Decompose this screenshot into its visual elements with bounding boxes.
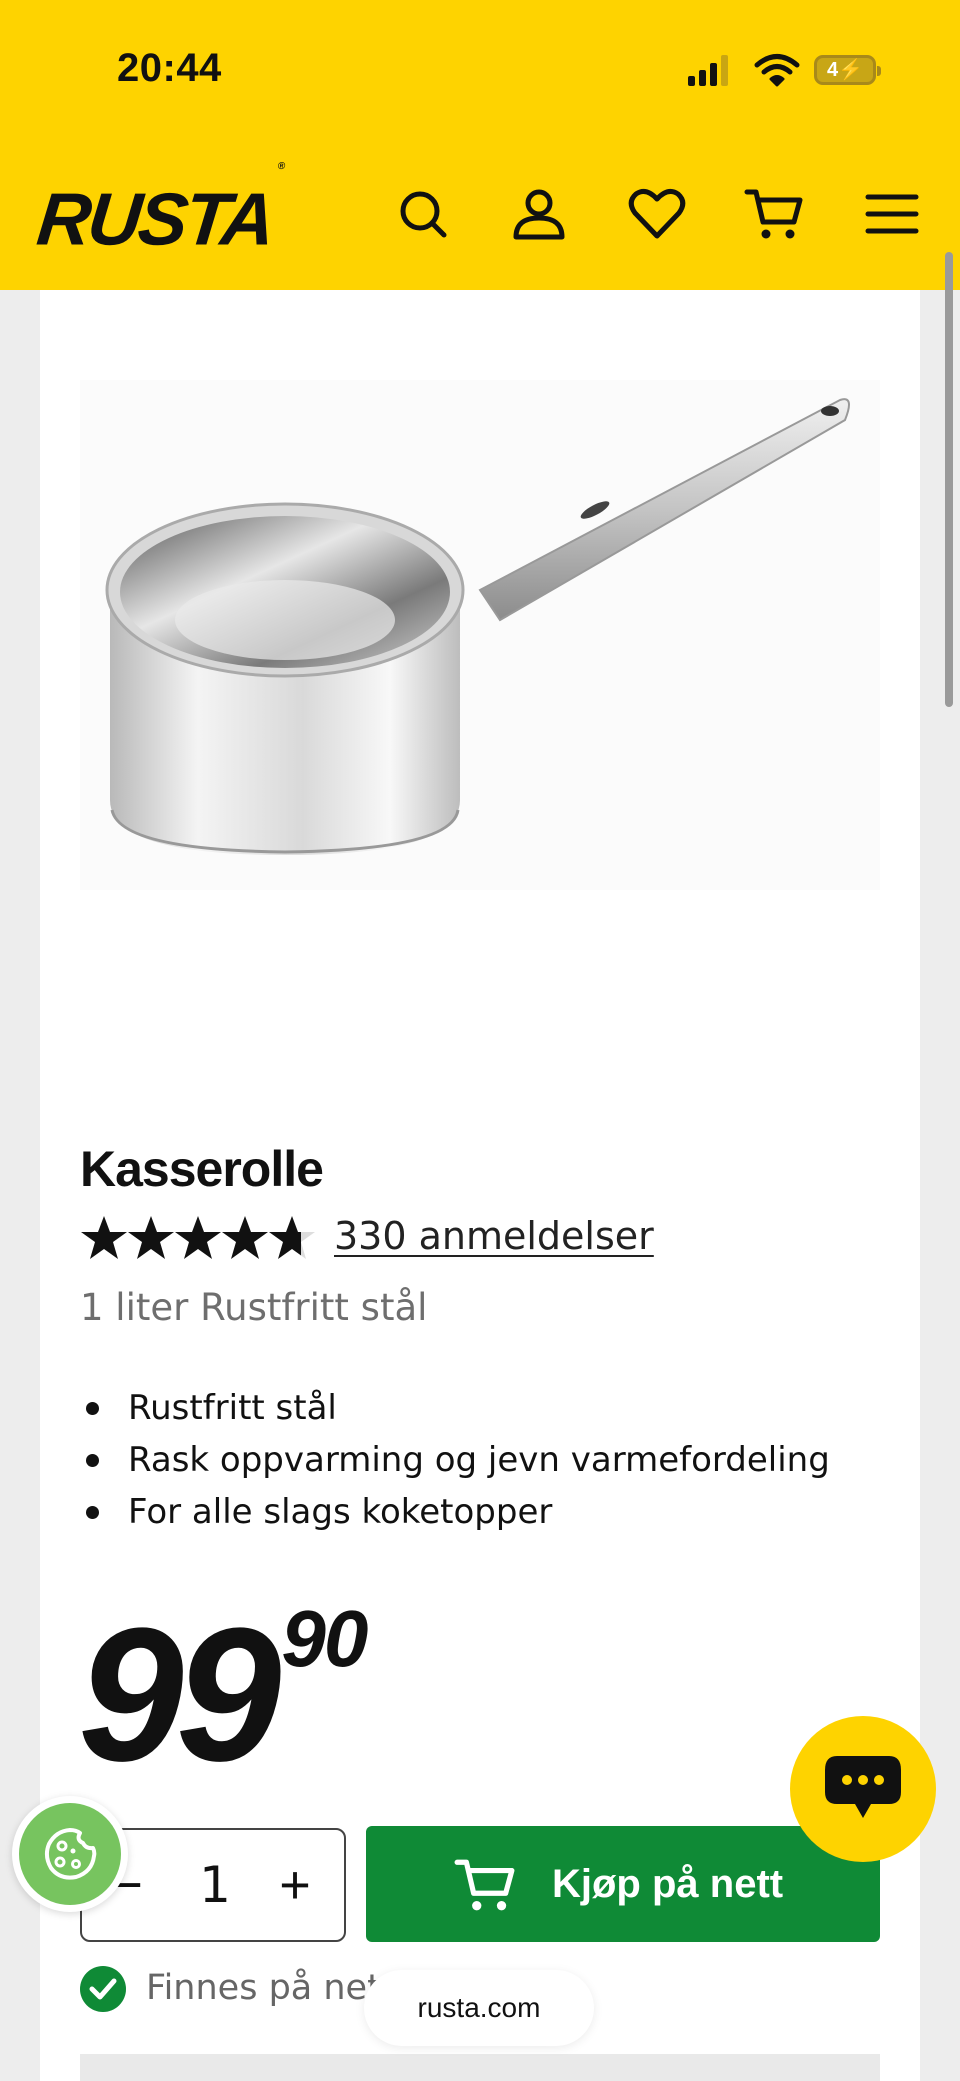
feature-item: For alle slags koketopper	[80, 1486, 830, 1538]
cookie-badge	[19, 1803, 121, 1905]
cart-icon	[454, 1859, 515, 1911]
buy-online-label: Kjøp på nett	[552, 1862, 784, 1906]
top-header: 20:44 4⚡ RUSTA®	[0, 0, 960, 290]
wifi-icon	[754, 54, 800, 87]
chat-bubble-icon	[825, 1756, 901, 1818]
product-title: Kasserolle	[80, 1141, 324, 1197]
star-icon	[222, 1216, 268, 1259]
buy-online-button[interactable]: Kjøp på nett	[366, 1826, 880, 1942]
quantity-increase-button[interactable]: +	[260, 1830, 330, 1940]
price-decimal: 90	[281, 1594, 368, 1683]
check-icon	[80, 1966, 126, 2012]
availability-text: Finnes på nett	[146, 1968, 395, 2008]
cookie-settings-button[interactable]	[12, 1796, 128, 1912]
star-icon	[175, 1216, 221, 1259]
account-icon[interactable]	[509, 184, 569, 244]
browser-url-bar[interactable]: rusta.com	[364, 1970, 594, 2046]
product-subtitle: 1 liter Rustfritt stål	[80, 1286, 428, 1329]
feature-item: Rustfritt stål	[80, 1382, 830, 1434]
search-icon[interactable]	[393, 184, 453, 244]
rusta-logo[interactable]: RUSTA®	[33, 161, 285, 261]
star-icon	[128, 1216, 174, 1259]
cellular-signal-icon	[688, 55, 728, 86]
next-section-strip	[80, 2054, 880, 2081]
chat-button[interactable]	[790, 1716, 936, 1862]
menu-icon[interactable]	[862, 184, 922, 244]
heart-icon[interactable]	[627, 184, 687, 244]
status-time: 20:44	[117, 46, 222, 90]
battery-indicator: 4⚡	[814, 55, 881, 85]
reviews-link[interactable]: 330 anmeldelser	[334, 1214, 654, 1258]
page-scrollbar[interactable]	[945, 252, 953, 707]
product-image[interactable]	[80, 380, 880, 890]
feature-item: Rask oppvarming og jevn varmefordeling	[80, 1434, 830, 1486]
star-icon	[81, 1216, 127, 1259]
price-integer: 99	[78, 1589, 281, 1801]
quantity-value[interactable]: 1	[182, 1830, 248, 1940]
cart-icon[interactable]	[744, 184, 804, 244]
feature-list: Rustfritt stål Rask oppvarming og jevn v…	[80, 1382, 830, 1538]
cookie-icon	[44, 1828, 97, 1880]
product-price: 99 90	[78, 1599, 368, 1791]
star-half-icon	[269, 1216, 315, 1259]
rating-stars	[81, 1216, 315, 1259]
